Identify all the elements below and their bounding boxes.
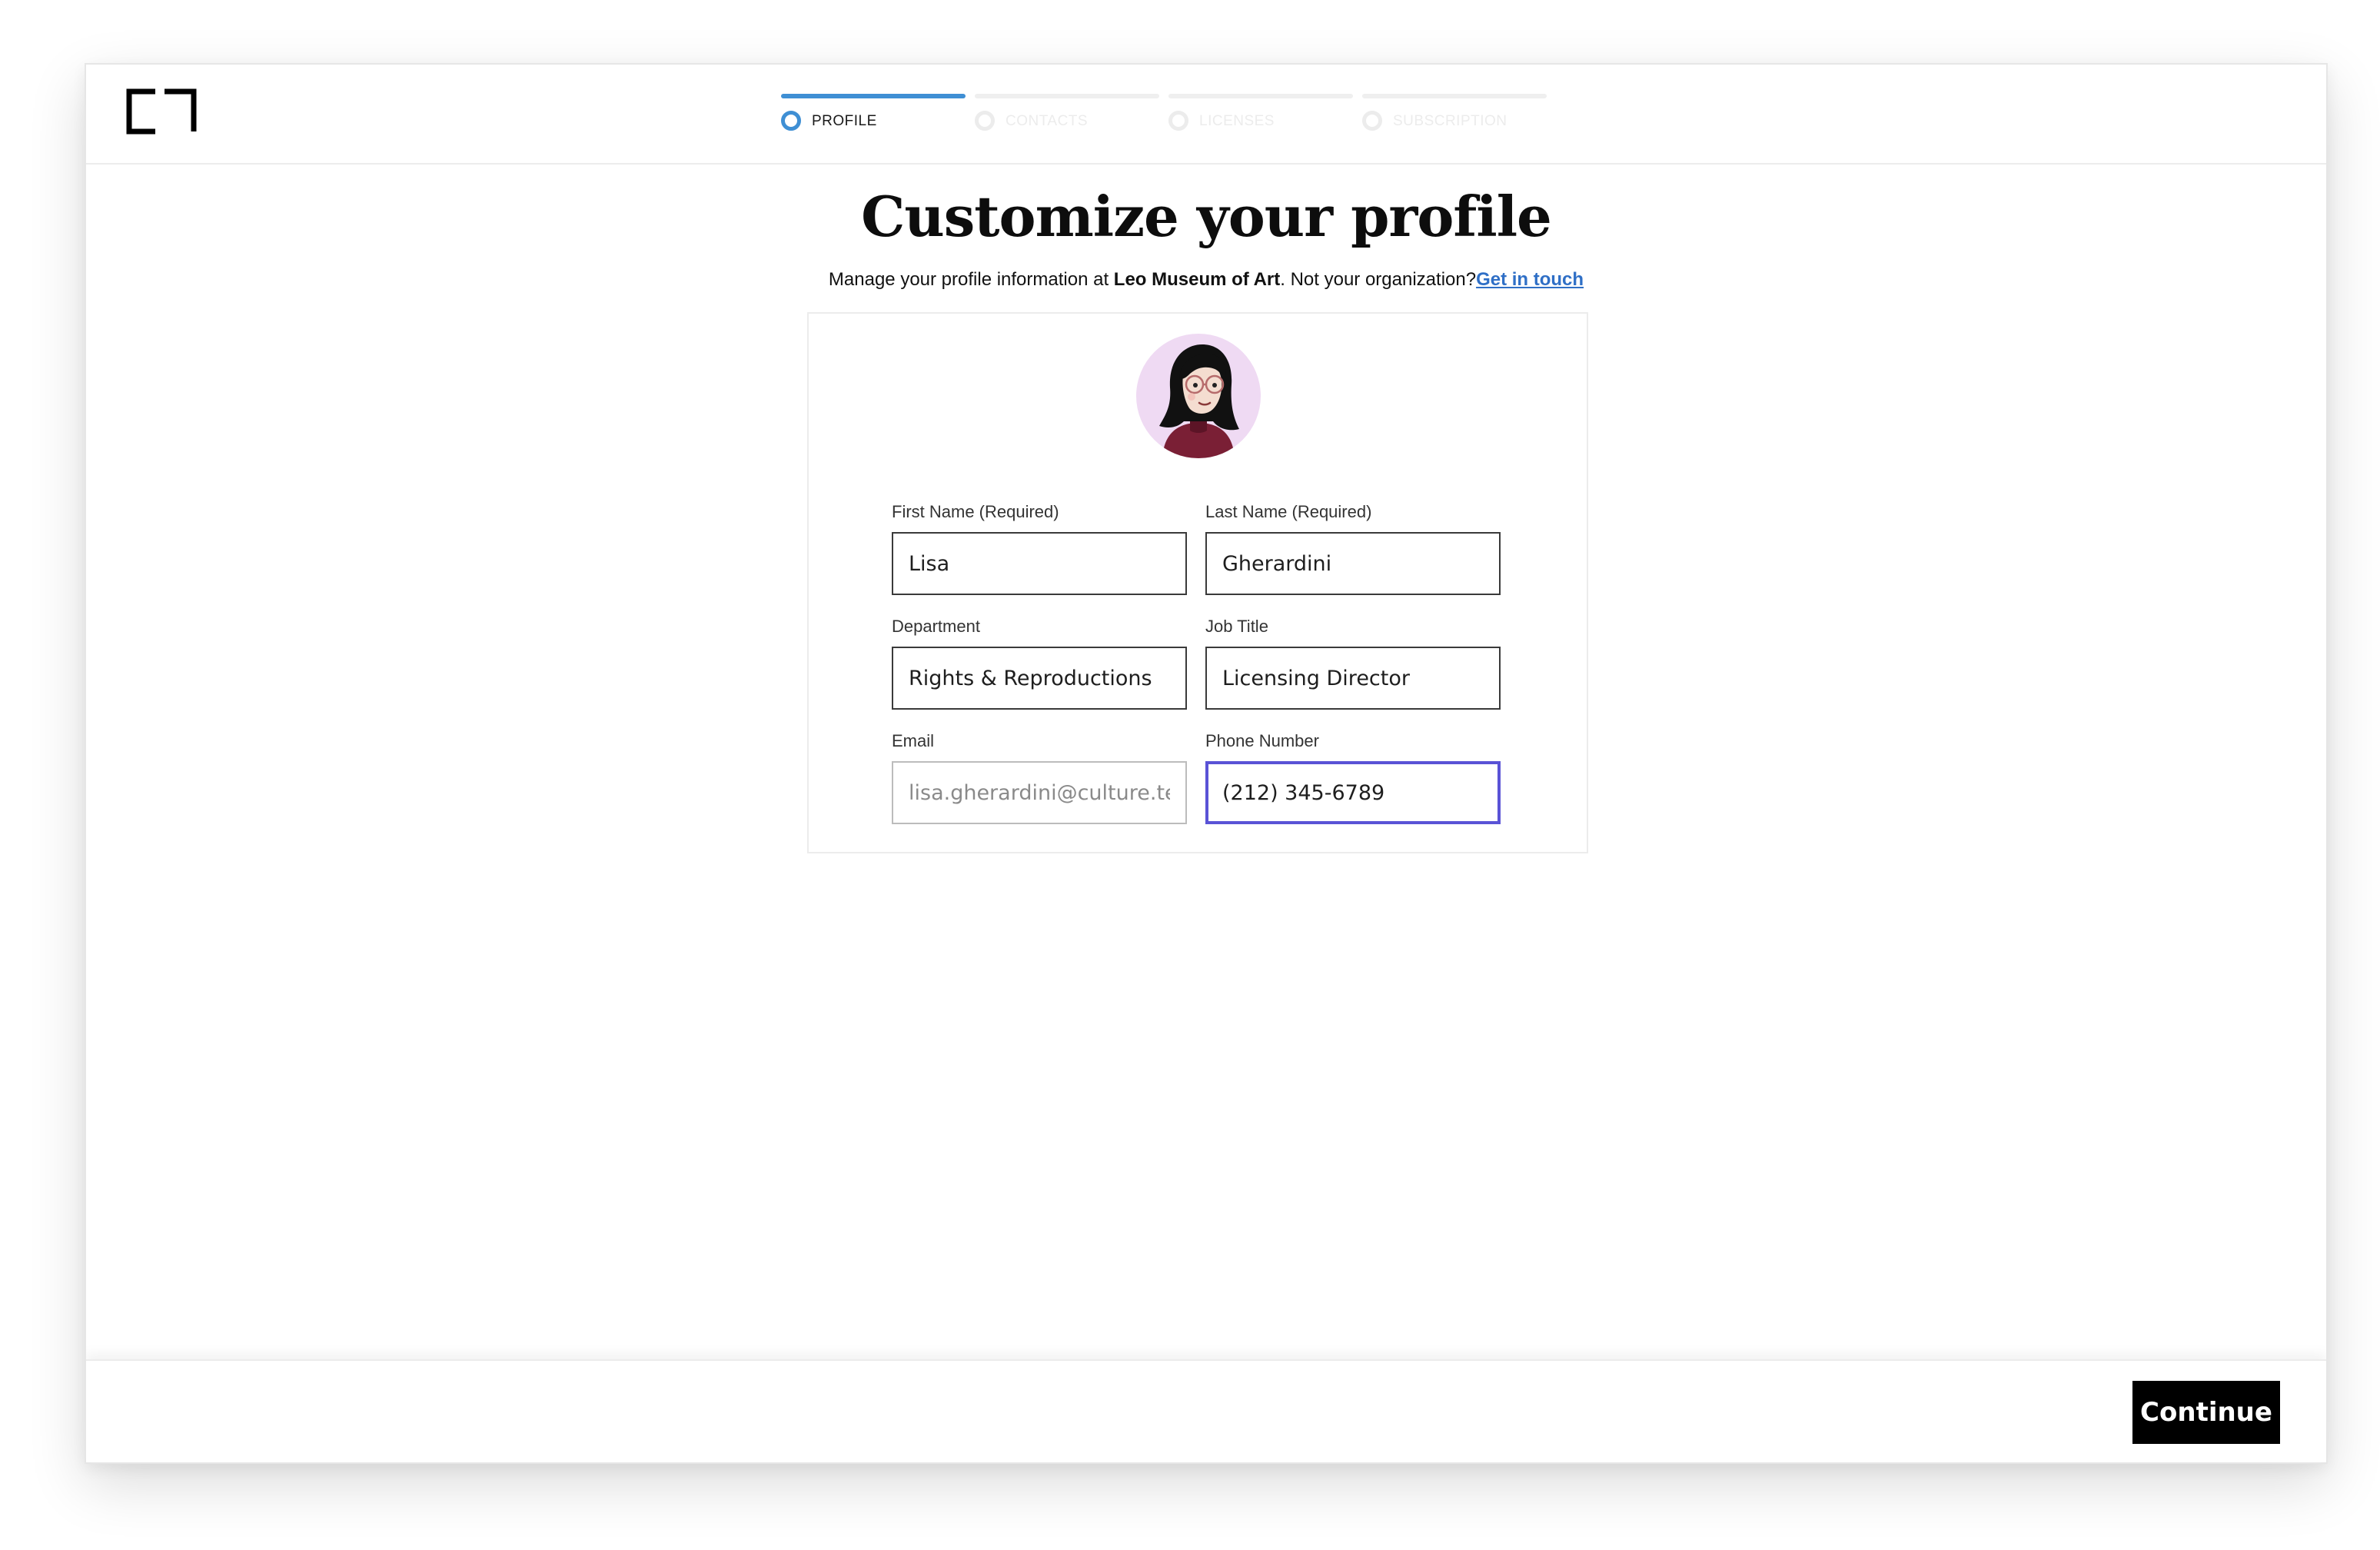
step-subscription[interactable]: SUBSCRIPTION (1362, 94, 1547, 140)
step-progress-bar (1362, 94, 1547, 98)
first-name-label: First Name (Required) (892, 502, 1059, 521)
step-radio-icon (1168, 111, 1188, 131)
job-title-label: Job Title (1205, 617, 1268, 636)
footer-bar: Continue (86, 1359, 2326, 1462)
step-label: PROFILE (812, 113, 877, 129)
continue-button[interactable]: Continue (2132, 1381, 2280, 1444)
step-contacts[interactable]: CONTACTS (975, 94, 1159, 140)
phone-input[interactable] (1205, 761, 1501, 824)
phone-label: Phone Number (1205, 731, 1319, 750)
last-name-input[interactable] (1205, 532, 1501, 595)
last-name-field-group: Last Name (Required) (1205, 501, 1501, 595)
user-avatar-icon[interactable] (1136, 334, 1261, 458)
email-input[interactable] (892, 761, 1187, 824)
step-progress-bar (1168, 94, 1353, 98)
bracket-logo-icon[interactable] (125, 86, 198, 137)
subtitle-suffix: . Not your organization? (1280, 269, 1477, 290)
job-title-input[interactable] (1205, 647, 1501, 710)
step-label: LICENSES (1199, 113, 1275, 129)
subtitle-prefix: Manage your profile information at (828, 269, 1114, 290)
department-input[interactable] (892, 647, 1187, 710)
step-label: CONTACTS (1006, 113, 1089, 129)
step-licenses[interactable]: LICENSES (1168, 94, 1353, 140)
page-title: Customize your profile (861, 184, 1552, 249)
step-radio-icon (1362, 111, 1382, 131)
step-radio-icon (975, 111, 995, 131)
app-window: PROFILE CONTACTS LICENSES SUBSCRIPTION C… (85, 63, 2328, 1464)
profile-card: First Name (Required) Last Name (Require… (807, 312, 1588, 853)
get-in-touch-link[interactable]: Get in touch (1476, 269, 1584, 290)
progress-stepper: PROFILE CONTACTS LICENSES SUBSCRIPTION (781, 94, 1557, 140)
step-progress-bar (781, 94, 966, 98)
page-subtitle: Manage your profile information at Leo M… (86, 266, 2326, 294)
phone-field-group: Phone Number (1205, 730, 1501, 824)
email-label: Email (892, 731, 935, 750)
organization-name: Leo Museum of Art (1113, 269, 1281, 290)
first-name-field-group: First Name (Required) (892, 501, 1187, 595)
job-title-field-group: Job Title (1205, 616, 1501, 710)
department-label: Department (892, 617, 980, 636)
first-name-input[interactable] (892, 532, 1187, 595)
step-radio-icon (781, 111, 801, 131)
last-name-label: Last Name (Required) (1205, 502, 1372, 521)
header-bar: PROFILE CONTACTS LICENSES SUBSCRIPTION (86, 65, 2326, 165)
department-field-group: Department (892, 616, 1187, 710)
step-profile[interactable]: PROFILE (781, 94, 966, 140)
step-progress-bar (975, 94, 1159, 98)
step-label: SUBSCRIPTION (1393, 113, 1507, 129)
email-field-group: Email (892, 730, 1187, 824)
